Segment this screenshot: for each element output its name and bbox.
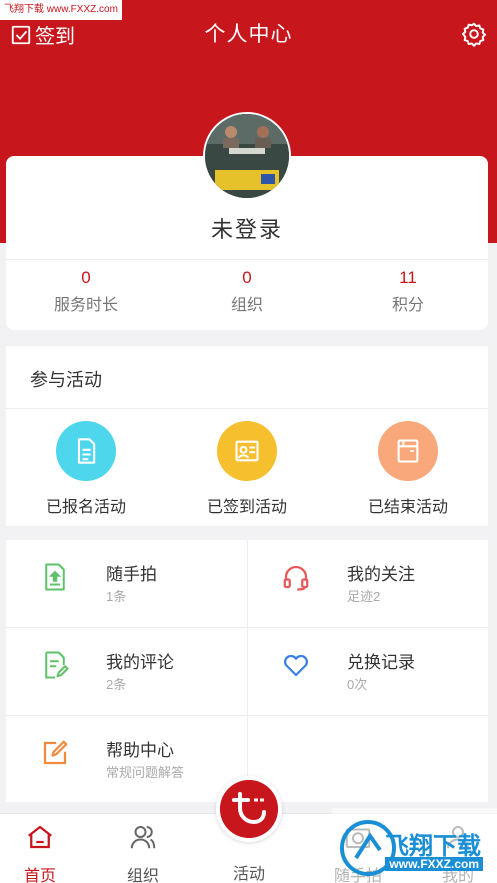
menu-subtitle: 1条 [106, 589, 127, 604]
signed-activities-button[interactable]: 已签到活动 [167, 421, 327, 517]
page-title: 个人中心 [204, 23, 293, 46]
menu-title: 帮助中心 [106, 741, 174, 760]
login-status[interactable]: 未登录 [6, 212, 488, 244]
stat-value: 11 [399, 268, 417, 287]
activity-label: 已结束活动 [367, 499, 448, 516]
menu-subtitle: 足迹2 [347, 589, 381, 604]
stat-value: 0 [81, 268, 91, 287]
divider [6, 408, 488, 409]
signin-card-icon [235, 440, 259, 462]
watermark-url: www.FXXZ.com [385, 857, 483, 871]
menu-item-redemption[interactable]: 兑换记录 0次 [247, 628, 488, 715]
stat-label: 积分 [391, 297, 424, 314]
menu-title: 我的关注 [347, 565, 415, 584]
edit-doc-icon [45, 651, 69, 679]
menu-grid: 随手拍 1条 我的关注 足迹2 我的评论 2条 兑换记录 0次 帮助中心 常规问… [6, 540, 488, 802]
people-icon [130, 826, 156, 849]
ended-activities-circle [378, 421, 438, 481]
heart-icon [283, 654, 309, 677]
menu-subtitle: 0次 [347, 677, 368, 692]
menu-subtitle: 常规问题解答 [106, 765, 185, 780]
stat-service-hours[interactable]: 0 服务时长 [6, 268, 166, 315]
divider [6, 259, 488, 260]
avatar[interactable] [203, 112, 291, 200]
menu-title: 随手拍 [106, 565, 157, 584]
stat-points[interactable]: 11 积分 [328, 268, 488, 315]
watermark-text: 飞翔下载 [385, 833, 481, 860]
stat-label: 组织 [230, 297, 263, 314]
watermark-top: 飞翔下载 www.FXXZ.com [0, 0, 122, 20]
activity-label: 已报名活动 [45, 499, 126, 516]
signed-activities-circle [217, 421, 277, 481]
activity-section: 参与活动 已报名活动 已签到活动 已结束活动 [6, 346, 488, 526]
home-icon [28, 825, 52, 849]
activity-label: 已签到活动 [206, 499, 287, 516]
folder-icon [397, 439, 419, 463]
menu-item-following[interactable]: 我的关注 足迹2 [247, 540, 488, 627]
section-title: 参与活动 [30, 370, 102, 390]
menu-item-comments[interactable]: 我的评论 2条 [6, 628, 247, 715]
stat-organization[interactable]: 0 组织 [167, 268, 327, 315]
tab-home[interactable]: 首页 [0, 822, 80, 883]
upload-doc-icon [45, 563, 65, 591]
headset-icon [283, 565, 309, 591]
menu-title: 兑换记录 [347, 653, 415, 672]
menu-item-snapshot[interactable]: 随手拍 1条 [6, 540, 247, 627]
registered-activities-circle [56, 421, 116, 481]
camera-icon [345, 828, 371, 848]
document-icon [77, 438, 96, 464]
gear-icon[interactable] [461, 21, 487, 47]
tab-label: 首页 [23, 868, 56, 883]
tab-label: 活动 [232, 866, 265, 883]
activity-logo-icon [220, 780, 278, 838]
ended-activities-button[interactable]: 已结束活动 [328, 421, 488, 517]
tab-label: 组织 [126, 868, 159, 883]
stat-label: 服务时长 [53, 297, 118, 314]
registered-activities-button[interactable]: 已报名活动 [6, 421, 166, 517]
avatar-image [205, 114, 289, 198]
menu-item-help[interactable]: 帮助中心 常规问题解答 [6, 716, 247, 803]
tab-organization[interactable]: 组织 [103, 822, 183, 883]
menu-subtitle: 2条 [106, 677, 127, 692]
pencil-square-icon [43, 740, 68, 765]
menu-title: 我的评论 [106, 653, 174, 672]
stat-value: 0 [242, 268, 252, 287]
tab-activity-button[interactable] [216, 776, 282, 842]
